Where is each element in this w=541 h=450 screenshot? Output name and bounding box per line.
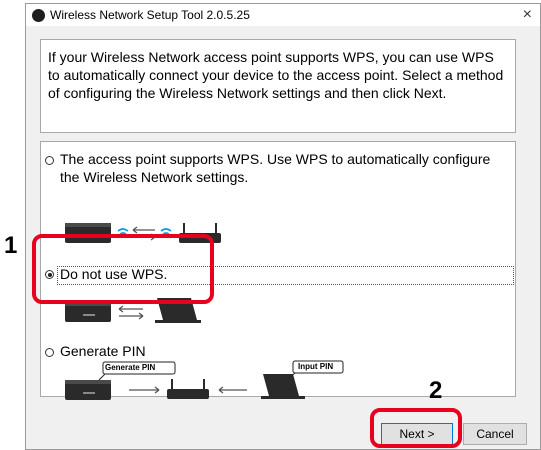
highlight-no-wps	[32, 234, 214, 304]
laptop-icon	[261, 374, 305, 399]
generate-pin-callout-text: Generate PIN	[105, 363, 156, 372]
printer-icon	[65, 380, 111, 400]
router-icon	[167, 379, 209, 399]
highlight-next	[370, 408, 462, 448]
input-pin-callout-text: Input PIN	[298, 362, 334, 371]
title-bar: Wireless Network Setup Tool 2.0.5.25 ×	[26, 4, 540, 26]
option-wps-label[interactable]: The access point supports WPS. Use WPS t…	[60, 150, 510, 186]
arrow-right-icon	[129, 386, 160, 394]
bidirectional-arrows-icon	[118, 305, 144, 320]
step-2-marker: 2	[429, 377, 443, 404]
app-icon	[32, 9, 45, 22]
radio-wps[interactable]	[45, 156, 54, 165]
step-1-marker: 1	[4, 232, 18, 259]
option-generate-pin-label[interactable]: Generate PIN	[60, 342, 146, 360]
window-title: Wireless Network Setup Tool 2.0.5.25	[50, 8, 250, 22]
intro-panel: If your Wireless Network access point su…	[40, 39, 516, 133]
arrow-left-icon	[218, 386, 247, 394]
printer-icon	[65, 302, 111, 322]
setup-window: Wireless Network Setup Tool 2.0.5.25 × I…	[25, 3, 541, 450]
cancel-button[interactable]: Cancel	[463, 423, 527, 445]
close-button[interactable]: ×	[523, 6, 532, 24]
intro-text: If your Wireless Network access point su…	[48, 49, 504, 101]
radio-generate-pin[interactable]	[45, 348, 54, 357]
